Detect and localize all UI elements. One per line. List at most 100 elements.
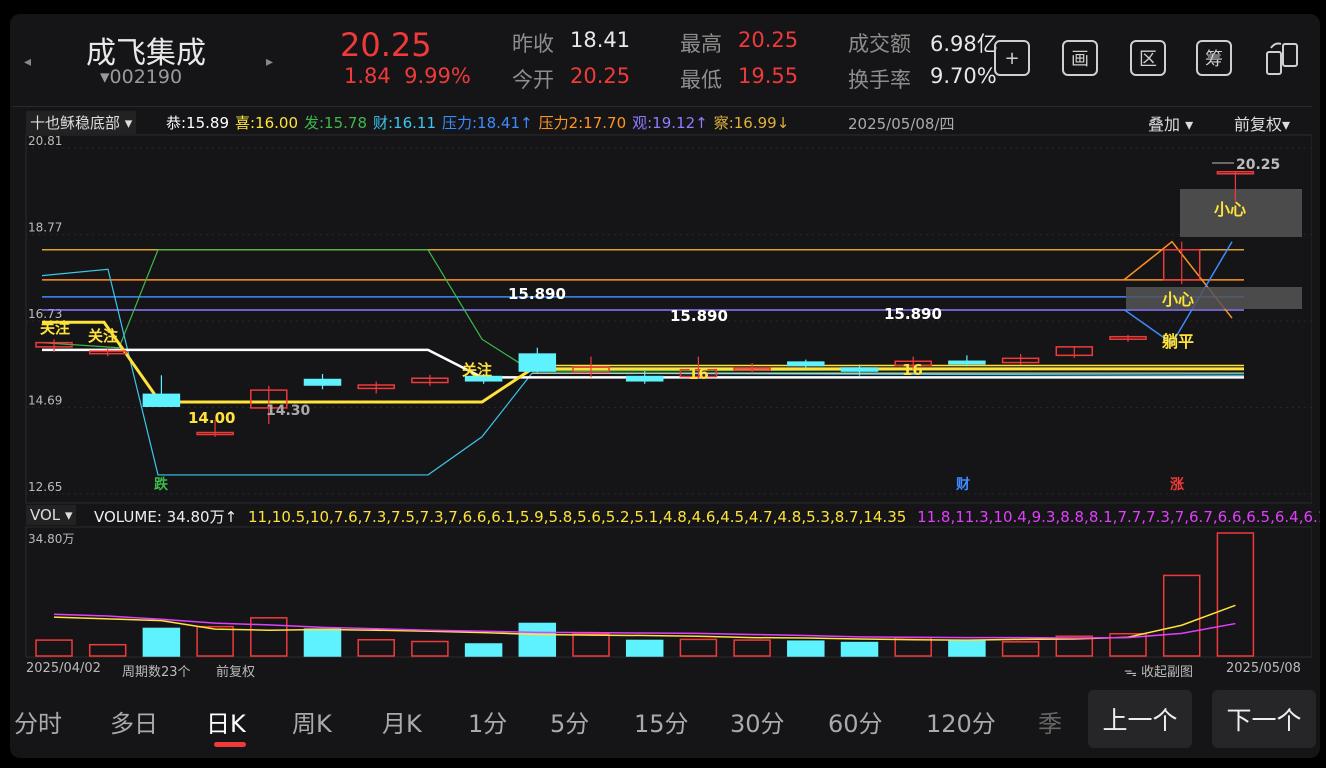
y-axis-label: 18.77 bbox=[28, 221, 62, 235]
legend-item: 恭:15.89 bbox=[166, 114, 229, 132]
annotation-peak: 15.890 bbox=[670, 307, 728, 325]
annotation-caution: 小心 bbox=[1162, 290, 1194, 309]
volume-bar bbox=[196, 625, 234, 657]
next-stock-arrow-icon[interactable]: ▸ bbox=[266, 54, 273, 70]
prev-button[interactable]: 上一个 bbox=[1088, 690, 1192, 748]
next-button[interactable]: 下一个 bbox=[1212, 690, 1316, 748]
open-label: 今开 bbox=[512, 68, 554, 92]
volume-bar bbox=[1216, 532, 1255, 657]
high-value: 20.25 bbox=[738, 28, 799, 52]
volume-legend: VOLUME: 34.80万↑ 11,10.5,10,7.6,7.3,7.5,7… bbox=[94, 506, 1320, 527]
annotation-16: 16 bbox=[902, 361, 923, 379]
tab-15min[interactable]: 15分 bbox=[634, 704, 689, 739]
stock-code[interactable]: ▾002190 bbox=[100, 66, 182, 88]
candle-body bbox=[787, 361, 825, 367]
volume-bar bbox=[572, 633, 610, 657]
current-price: 20.25 bbox=[340, 26, 432, 64]
volume-ma5-line bbox=[53, 604, 1236, 641]
range-button[interactable]: 区 bbox=[1130, 40, 1166, 76]
candle-body bbox=[840, 367, 879, 372]
annotation-fall: 跌 bbox=[154, 477, 169, 493]
tab-1min[interactable]: 1分 bbox=[468, 704, 507, 739]
tab-60min[interactable]: 60分 bbox=[828, 704, 883, 739]
low-value: 19.55 bbox=[738, 64, 799, 88]
volume-bar bbox=[787, 640, 825, 657]
legend-item: 喜:16.00 bbox=[235, 114, 298, 132]
current-date: 2025/05/08/四 bbox=[848, 115, 955, 133]
tab-120min[interactable]: 120分 bbox=[926, 704, 996, 739]
rotate-screen-icon[interactable] bbox=[1264, 40, 1300, 76]
indicator-select[interactable]: 十也稣稳底部 ▾ bbox=[26, 111, 137, 134]
annotation-16: 16 bbox=[688, 365, 709, 383]
start-date: 2025/04/02 bbox=[26, 661, 101, 676]
end-date: 2025/05/08 bbox=[1226, 661, 1301, 676]
volume-bar bbox=[840, 641, 879, 657]
volume-bar bbox=[303, 628, 342, 657]
annotation-low: 14.00 bbox=[188, 409, 235, 427]
tab-weekly-k[interactable]: 周K bbox=[292, 704, 332, 739]
kline-panel[interactable]: 20.81 18.77 16.73 14.69 12.65 关注 关注 关注 14.00 14.3… bbox=[12, 106, 1320, 681]
xi-line bbox=[42, 320, 1244, 404]
volume-bar bbox=[625, 639, 664, 657]
annotation-caution: 小心 bbox=[1214, 200, 1246, 219]
stock-screen: ◂ 成飞集成 ▾002190 ▸ 20.25 1.84 9.99% 昨收 18.… bbox=[10, 14, 1320, 758]
tab-30min[interactable]: 30分 bbox=[730, 704, 785, 739]
annotation-peak: 15.890 bbox=[508, 285, 566, 303]
annotation-lie-flat: 躺平 bbox=[1162, 332, 1194, 351]
legend-item: 压力:18.41↑ bbox=[442, 114, 533, 132]
volume-indicator-select[interactable]: VOL ▾ bbox=[26, 505, 77, 525]
candle-body bbox=[303, 378, 342, 386]
volume-bar bbox=[142, 627, 181, 657]
add-watchlist-button[interactable]: + bbox=[994, 40, 1030, 76]
volume-bar bbox=[679, 638, 718, 657]
chips-button[interactable]: 筹 bbox=[1196, 40, 1232, 76]
annotation-guanzhu: 关注 bbox=[88, 327, 118, 345]
volume-bar bbox=[518, 622, 557, 657]
legend-item: 财:16.11 bbox=[373, 114, 436, 132]
candle-body bbox=[625, 375, 664, 382]
overlay-dropdown[interactable]: 叠加 ▾ bbox=[1148, 111, 1193, 135]
volume-bar bbox=[1162, 574, 1201, 657]
indicator-legend: 恭:15.89 喜:16.00 发:15.78 财:16.11 压力:18.41↑ 压力2… bbox=[166, 112, 795, 133]
legend-item: 压力2:17.70 bbox=[538, 114, 627, 132]
volume-bar bbox=[948, 640, 986, 657]
tab-monthly-k[interactable]: 月K bbox=[382, 704, 422, 739]
period-count: 周期数23个 bbox=[122, 665, 191, 680]
tab-5min[interactable]: 5分 bbox=[550, 704, 589, 739]
volume-bar bbox=[1001, 641, 1040, 657]
annotation-rise: 涨 bbox=[1170, 477, 1184, 493]
y-axis-label: 12.65 bbox=[28, 480, 62, 494]
adjust-dropdown[interactable]: 前复权▾ bbox=[1234, 111, 1290, 135]
open-value: 20.25 bbox=[570, 64, 631, 88]
volume-max-label: 34.80万 bbox=[28, 532, 74, 546]
turnover-label: 成交额 bbox=[848, 32, 911, 56]
candle-body bbox=[948, 360, 986, 365]
volume-value: VOLUME: 34.80万↑ bbox=[94, 508, 238, 526]
annotation-low-mark: 14.30 bbox=[266, 403, 311, 419]
tab-multi-day[interactable]: 多日 bbox=[110, 704, 158, 739]
collapse-subchart-button[interactable]: ᯓ 收起副图 bbox=[1124, 661, 1193, 680]
price-area-frame bbox=[25, 134, 1312, 504]
volume-bar bbox=[35, 639, 73, 657]
volume-bar bbox=[357, 638, 395, 657]
active-tab-indicator bbox=[214, 742, 246, 747]
ma5-value: 11,10.5,10,7.6,7.3,7.5,7.3,7,6.6,6.1,5.9… bbox=[247, 508, 907, 526]
prev-stock-arrow-icon[interactable]: ◂ bbox=[24, 54, 31, 70]
legend-item: 发:15.78 bbox=[304, 114, 367, 132]
y-axis-label: 14.69 bbox=[28, 394, 62, 408]
cai-line bbox=[41, 268, 1245, 476]
turnover-rate-value: 9.70% bbox=[930, 64, 997, 88]
volume-bar bbox=[464, 643, 503, 657]
caution-box-2 bbox=[1126, 287, 1302, 309]
kline-chart[interactable]: 20.8118.7716.7314.6912.65关注 关注关注14.00 14.3… bbox=[12, 107, 1312, 681]
candle-body bbox=[518, 353, 557, 372]
tab-daily-k[interactable]: 日K bbox=[206, 704, 246, 739]
tab-quarter[interactable]: 季 bbox=[1038, 704, 1062, 739]
low-label: 最低 bbox=[680, 68, 722, 92]
high-label: 最高 bbox=[680, 32, 722, 56]
volume-bar bbox=[411, 640, 449, 657]
period-tabs: 分时 多日 日K 周K 月K 1分 5分 15分 30分 60分 120分 季 … bbox=[10, 690, 1320, 758]
tab-intraday[interactable]: 分时 bbox=[14, 704, 62, 739]
annotation-guanzhu: 关注 bbox=[462, 361, 492, 379]
draw-button[interactable]: 画 bbox=[1062, 40, 1098, 76]
